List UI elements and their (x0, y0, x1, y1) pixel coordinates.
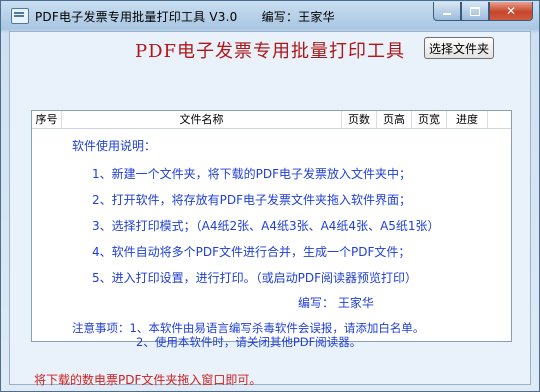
maximize-icon (470, 6, 480, 16)
col-progress[interactable]: 进度 (447, 111, 488, 128)
close-icon: ✕ (505, 4, 517, 18)
instruction-step-3: 3、选择打印模式；（A4纸2张、A4纸3张、A4纸4张、A5纸1张） (92, 219, 440, 233)
window-title: PDF电子发票专用批量打印工具 V3.0 编写：王家华 (35, 9, 335, 24)
window-controls: ✕ (433, 2, 533, 21)
col-filler (488, 111, 511, 128)
table-header: 序号 文件名称 页数 页高 页宽 进度 (32, 111, 511, 129)
instruction-step-2: 2、打开软件，将存放有PDF电子发票文件夹拖入软件界面； (92, 193, 412, 207)
title-bar[interactable]: PDF电子发票专用批量打印工具 V3.0 编写：王家华 ✕ (1, 1, 539, 31)
file-table[interactable]: 序号 文件名称 页数 页高 页宽 进度 软件使用说明： 1、新建一个文件夹，将下… (31, 110, 512, 349)
app-icon (11, 8, 29, 24)
instruction-step-5: 5、进入打印设置，进行打印。（或启动PDF阅读器预览打印） (92, 271, 418, 285)
minimize-button[interactable] (433, 2, 461, 21)
col-filename[interactable]: 文件名称 (62, 111, 342, 128)
note-line-2: 2、使用本软件时，请关闭其他PDF阅读器。 (136, 335, 362, 349)
drop-hint: 将下载的数电票PDF文件夹拖入窗口即可。 (34, 373, 262, 387)
instructions-heading: 软件使用说明： (72, 139, 157, 153)
maximize-button[interactable] (461, 2, 489, 21)
instruction-step-4: 4、软件自动将多个PDF文件进行合并，生成一个PDF文件； (92, 245, 411, 259)
select-folder-button[interactable]: 选择文件夹 (424, 37, 494, 59)
col-index[interactable]: 序号 (32, 111, 62, 128)
close-button[interactable]: ✕ (489, 2, 533, 21)
minimize-icon (443, 13, 451, 15)
col-page-height[interactable]: 页高 (377, 111, 412, 128)
col-pages[interactable]: 页数 (342, 111, 377, 128)
col-page-width[interactable]: 页宽 (412, 111, 447, 128)
app-window: PDF电子发票专用批量打印工具 V3.0 编写：王家华 ✕ PDF电子发票专用批… (0, 0, 540, 392)
author-credit: 编写： 王家华 (298, 296, 374, 310)
instruction-step-1: 1、新建一个文件夹，将下载的PDF电子发票放入文件夹中； (92, 167, 412, 181)
